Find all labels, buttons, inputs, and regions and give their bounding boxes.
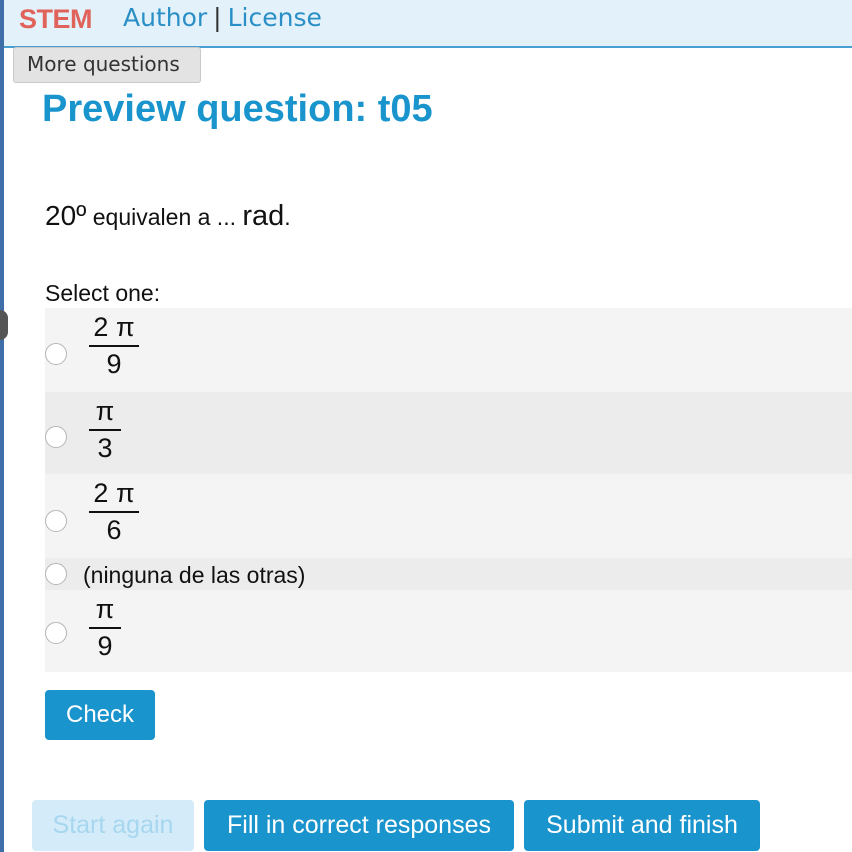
question-text: 20º equivalen a ... rad.	[45, 200, 291, 233]
submit-and-finish-button[interactable]: Submit and finish	[524, 800, 760, 851]
nav-license-link[interactable]: License	[228, 3, 322, 32]
top-nav: Author | License	[123, 3, 322, 32]
select-one-label: Select one:	[45, 280, 161, 306]
check-button[interactable]: Check	[45, 690, 155, 740]
fill-correct-responses-button[interactable]: Fill in correct responses	[204, 800, 514, 851]
radio-button[interactable]	[45, 343, 67, 365]
top-bar: STEM Author | License	[4, 0, 852, 48]
fraction-numerator: 2 π	[93, 478, 135, 508]
more-questions-button[interactable]: More questions	[13, 47, 201, 83]
fraction-denominator: 3	[97, 433, 113, 463]
radio-button[interactable]	[45, 622, 67, 644]
fraction: π 9	[89, 594, 121, 661]
fraction-denominator: 6	[106, 515, 122, 545]
radio-button[interactable]	[45, 563, 67, 585]
fraction-bar	[89, 429, 121, 431]
fraction-bar	[89, 345, 139, 347]
answer-option[interactable]: (ninguna de las otras)	[45, 558, 852, 590]
brand-logo[interactable]: STEM	[19, 4, 93, 35]
answer-option[interactable]: 2 π 9	[45, 308, 852, 392]
option-text: (ninguna de las otras)	[83, 562, 306, 588]
question-end: .	[284, 204, 291, 230]
answer-option[interactable]: 2 π 6	[45, 474, 852, 558]
nav-separator: |	[213, 3, 222, 32]
question-body: equivalen a ...	[86, 204, 243, 230]
fraction-numerator: π	[95, 396, 115, 426]
question-unit: rad	[242, 200, 285, 232]
fraction: π 3	[89, 396, 121, 463]
fraction-numerator: 2 π	[93, 312, 135, 342]
fraction: 2 π 9	[89, 312, 139, 379]
radio-button[interactable]	[45, 426, 67, 448]
answer-options: 2 π 9 π 3 2 π 6 (ninguna de las otras) π…	[45, 308, 852, 672]
page-title: Preview question: t05	[42, 88, 433, 130]
fraction-numerator: π	[95, 594, 115, 624]
fraction-bar	[89, 627, 121, 629]
nav-author-link[interactable]: Author	[123, 3, 207, 32]
answer-option[interactable]: π 9	[45, 590, 852, 672]
fraction-bar	[89, 511, 139, 513]
fraction-denominator: 9	[106, 349, 122, 379]
question-angle: 20º	[45, 200, 87, 231]
answer-option[interactable]: π 3	[45, 392, 852, 474]
start-again-button[interactable]: Start again	[32, 800, 194, 851]
window-edge	[0, 0, 4, 852]
fraction-denominator: 9	[97, 631, 113, 661]
side-handle	[0, 310, 8, 340]
fraction: 2 π 6	[89, 478, 139, 545]
radio-button[interactable]	[45, 510, 67, 532]
